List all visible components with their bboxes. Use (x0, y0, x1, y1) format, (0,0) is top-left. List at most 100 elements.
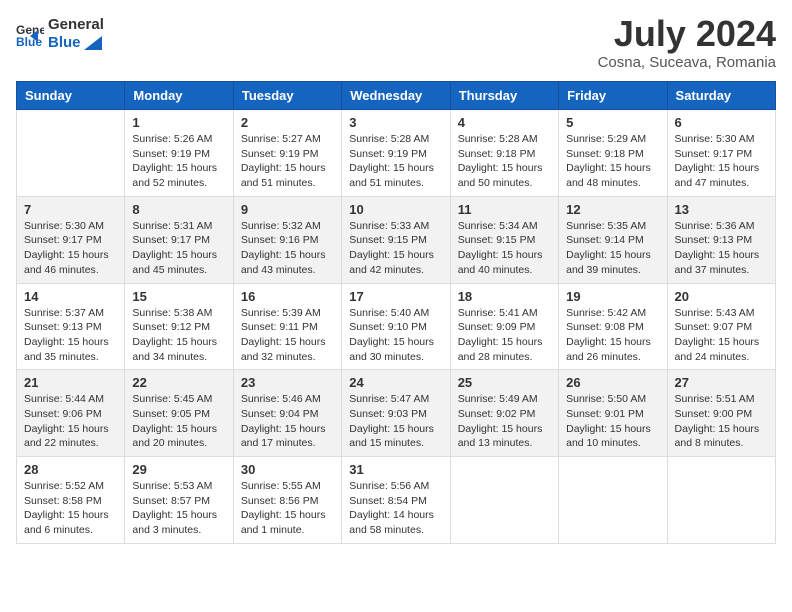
calendar-cell: 26 Sunrise: 5:50 AMSunset: 9:01 PMDayligh… (559, 370, 667, 457)
day-info: Sunrise: 5:34 AMSunset: 9:15 PMDaylight:… (458, 219, 551, 278)
sunset-text: Sunset: 9:16 PM (241, 233, 334, 248)
daylight-hours-text: Daylight: 15 hours (349, 335, 442, 350)
sunrise-text: Sunrise: 5:53 AM (132, 479, 225, 494)
day-info: Sunrise: 5:45 AMSunset: 9:05 PMDaylight:… (132, 392, 225, 451)
day-info: Sunrise: 5:28 AMSunset: 9:18 PMDaylight:… (458, 132, 551, 191)
sunset-text: Sunset: 8:56 PM (241, 494, 334, 509)
daylight-hours-text: Daylight: 15 hours (349, 422, 442, 437)
daylight-minutes-text: and 13 minutes. (458, 436, 551, 451)
day-number: 30 (241, 462, 334, 477)
sunrise-text: Sunrise: 5:28 AM (349, 132, 442, 147)
daylight-hours-text: Daylight: 15 hours (566, 335, 659, 350)
daylight-hours-text: Daylight: 14 hours (349, 508, 442, 523)
sunrise-text: Sunrise: 5:49 AM (458, 392, 551, 407)
day-number: 1 (132, 115, 225, 130)
day-number: 19 (566, 289, 659, 304)
sunrise-text: Sunrise: 5:31 AM (132, 219, 225, 234)
sunrise-text: Sunrise: 5:46 AM (241, 392, 334, 407)
calendar-cell: 30Sunrise: 5:55 AMSunset: 8:56 PMDayligh… (233, 457, 341, 544)
calendar-week-row: 7Sunrise: 5:30 AMSunset: 9:17 PMDaylight… (17, 196, 776, 283)
day-info: Sunrise: 5:49 AMSunset: 9:02 PMDaylight:… (458, 392, 551, 451)
sunset-text: Sunset: 8:57 PM (132, 494, 225, 509)
day-number: 15 (132, 289, 225, 304)
daylight-hours-text: Daylight: 15 hours (675, 422, 768, 437)
daylight-minutes-text: and 50 minutes. (458, 176, 551, 191)
sunrise-text: Sunrise: 5:51 AM (675, 392, 768, 407)
daylight-hours-text: Daylight: 15 hours (458, 335, 551, 350)
calendar-cell: 25 Sunrise: 5:49 AMSunset: 9:02 PMDayligh… (450, 370, 558, 457)
daylight-minutes-text: and 47 minutes. (675, 176, 768, 191)
logo-general: General (48, 16, 104, 34)
sunset-text: Sunset: 9:09 PM (458, 320, 551, 335)
svg-text:Blue: Blue (16, 35, 42, 48)
logo: General Blue General Blue (16, 16, 104, 52)
day-info: Sunrise: 5:47 AMSunset: 9:03 PMDaylight:… (349, 392, 442, 451)
calendar-week-row: 21Sunrise: 5:44 AMSunset: 9:06 PMDayligh… (17, 370, 776, 457)
sunset-text: Sunset: 9:05 PM (132, 407, 225, 422)
day-number: 25 (458, 375, 551, 390)
daylight-minutes-text: and 51 minutes. (241, 176, 334, 191)
sunset-text: Sunset: 9:02 PM (458, 407, 551, 422)
day-number: 11 (458, 202, 551, 217)
sunset-text: Sunset: 9:00 PM (675, 407, 768, 422)
day-info: Sunrise: 5:26 AMSunset: 9:19 PMDaylight:… (132, 132, 225, 191)
day-number: 8 (132, 202, 225, 217)
weekday-header: Wednesday (342, 82, 450, 110)
daylight-hours-text: Daylight: 15 hours (132, 161, 225, 176)
day-number: 27 (675, 375, 768, 390)
day-info: Sunrise: 5:46 AMSunset: 9:04 PMDaylight:… (241, 392, 334, 451)
day-info: Sunrise: 5:27 AMSunset: 9:19 PMDaylight:… (241, 132, 334, 191)
calendar-cell (450, 457, 558, 544)
day-number: 29 (132, 462, 225, 477)
sunset-text: Sunset: 9:17 PM (675, 147, 768, 162)
calendar-cell: 15Sunrise: 5:38 AMSunset: 9:12 PMDayligh… (125, 283, 233, 370)
daylight-hours-text: Daylight: 15 hours (675, 335, 768, 350)
daylight-hours-text: Daylight: 15 hours (458, 248, 551, 263)
sunrise-text: Sunrise: 5:30 AM (24, 219, 117, 234)
sunrise-text: Sunrise: 5:45 AM (132, 392, 225, 407)
calendar-week-row: 1 Sunrise: 5:26 AMSunset: 9:19 PMDaylight… (17, 110, 776, 197)
day-info: Sunrise: 5:51 AMSunset: 9:00 PMDaylight:… (675, 392, 768, 451)
day-number: 9 (241, 202, 334, 217)
calendar-cell: 11 Sunrise: 5:34 AMSunset: 9:15 PMDayligh… (450, 196, 558, 283)
sunrise-text: Sunrise: 5:30 AM (675, 132, 768, 147)
daylight-hours-text: Daylight: 15 hours (241, 508, 334, 523)
daylight-minutes-text: and 20 minutes. (132, 436, 225, 451)
daylight-minutes-text: and 42 minutes. (349, 263, 442, 278)
calendar-cell: 16Sunrise: 5:39 AMSunset: 9:11 PMDayligh… (233, 283, 341, 370)
sunrise-text: Sunrise: 5:34 AM (458, 219, 551, 234)
sunset-text: Sunset: 9:04 PM (241, 407, 334, 422)
daylight-minutes-text: and 30 minutes. (349, 350, 442, 365)
daylight-hours-text: Daylight: 15 hours (458, 422, 551, 437)
sunset-text: Sunset: 9:07 PM (675, 320, 768, 335)
day-info: Sunrise: 5:50 AMSunset: 9:01 PMDaylight:… (566, 392, 659, 451)
sunset-text: Sunset: 9:19 PM (132, 147, 225, 162)
daylight-minutes-text: and 1 minute. (241, 523, 334, 538)
daylight-minutes-text: and 52 minutes. (132, 176, 225, 191)
location-subtitle: Cosna, Suceava, Romania (598, 54, 776, 71)
calendar-cell: 8Sunrise: 5:31 AMSunset: 9:17 PMDaylight… (125, 196, 233, 283)
daylight-minutes-text: and 48 minutes. (566, 176, 659, 191)
daylight-minutes-text: and 15 minutes. (349, 436, 442, 451)
calendar-cell: 1 Sunrise: 5:26 AMSunset: 9:19 PMDaylight… (125, 110, 233, 197)
calendar-cell: 7Sunrise: 5:30 AMSunset: 9:17 PMDaylight… (17, 196, 125, 283)
calendar-cell: 23Sunrise: 5:46 AMSunset: 9:04 PMDayligh… (233, 370, 341, 457)
sunset-text: Sunset: 9:01 PM (566, 407, 659, 422)
day-number: 13 (675, 202, 768, 217)
day-number: 28 (24, 462, 117, 477)
sunrise-text: Sunrise: 5:33 AM (349, 219, 442, 234)
day-number: 14 (24, 289, 117, 304)
daylight-minutes-text: and 35 minutes. (24, 350, 117, 365)
calendar-table: SundayMondayTuesdayWednesdayThursdayFrid… (16, 81, 776, 544)
sunset-text: Sunset: 9:08 PM (566, 320, 659, 335)
day-number: 20 (675, 289, 768, 304)
sunset-text: Sunset: 9:11 PM (241, 320, 334, 335)
daylight-minutes-text: and 32 minutes. (241, 350, 334, 365)
day-number: 18 (458, 289, 551, 304)
day-number: 26 (566, 375, 659, 390)
day-number: 12 (566, 202, 659, 217)
daylight-minutes-text: and 37 minutes. (675, 263, 768, 278)
calendar-cell: 27 Sunrise: 5:51 AMSunset: 9:00 PMDayligh… (667, 370, 775, 457)
calendar-week-row: 14Sunrise: 5:37 AMSunset: 9:13 PMDayligh… (17, 283, 776, 370)
daylight-minutes-text: and 3 minutes. (132, 523, 225, 538)
